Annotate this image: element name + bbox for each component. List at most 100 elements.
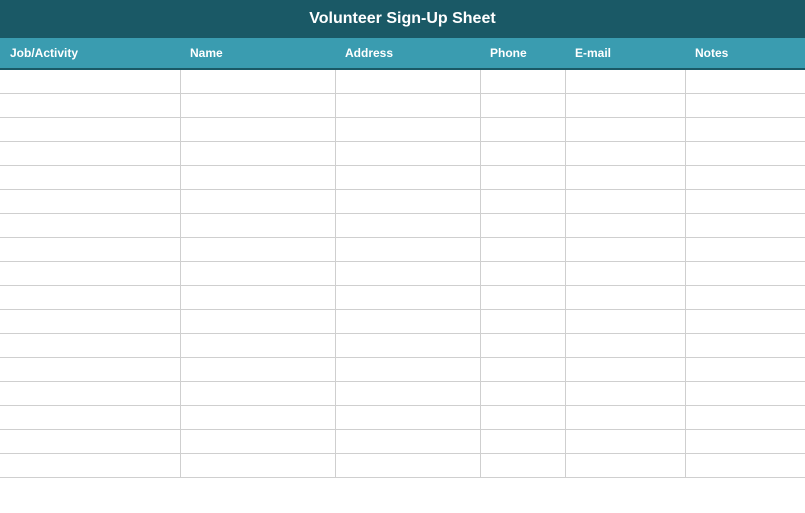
- cell-name[interactable]: [180, 189, 335, 213]
- cell-name[interactable]: [180, 69, 335, 93]
- cell-phone[interactable]: [480, 381, 565, 405]
- cell-activity[interactable]: [0, 213, 180, 237]
- cell-address[interactable]: [335, 93, 480, 117]
- cell-notes[interactable]: [685, 333, 805, 357]
- cell-email[interactable]: [565, 429, 685, 453]
- cell-phone[interactable]: [480, 117, 565, 141]
- cell-email[interactable]: [565, 237, 685, 261]
- cell-name[interactable]: [180, 405, 335, 429]
- cell-phone[interactable]: [480, 141, 565, 165]
- cell-email[interactable]: [565, 93, 685, 117]
- cell-name[interactable]: [180, 93, 335, 117]
- cell-notes[interactable]: [685, 429, 805, 453]
- cell-address[interactable]: [335, 117, 480, 141]
- cell-address[interactable]: [335, 333, 480, 357]
- cell-address[interactable]: [335, 261, 480, 285]
- cell-activity[interactable]: [0, 381, 180, 405]
- cell-email[interactable]: [565, 453, 685, 477]
- cell-name[interactable]: [180, 141, 335, 165]
- cell-phone[interactable]: [480, 309, 565, 333]
- cell-phone[interactable]: [480, 357, 565, 381]
- cell-activity[interactable]: [0, 453, 180, 477]
- cell-notes[interactable]: [685, 453, 805, 477]
- cell-name[interactable]: [180, 237, 335, 261]
- cell-phone[interactable]: [480, 429, 565, 453]
- cell-address[interactable]: [335, 141, 480, 165]
- cell-email[interactable]: [565, 189, 685, 213]
- cell-activity[interactable]: [0, 429, 180, 453]
- cell-notes[interactable]: [685, 141, 805, 165]
- cell-address[interactable]: [335, 213, 480, 237]
- cell-phone[interactable]: [480, 237, 565, 261]
- cell-notes[interactable]: [685, 69, 805, 93]
- cell-address[interactable]: [335, 165, 480, 189]
- cell-notes[interactable]: [685, 189, 805, 213]
- cell-email[interactable]: [565, 69, 685, 93]
- cell-email[interactable]: [565, 309, 685, 333]
- cell-notes[interactable]: [685, 309, 805, 333]
- cell-email[interactable]: [565, 285, 685, 309]
- cell-name[interactable]: [180, 165, 335, 189]
- cell-name[interactable]: [180, 285, 335, 309]
- cell-email[interactable]: [565, 333, 685, 357]
- cell-notes[interactable]: [685, 405, 805, 429]
- cell-phone[interactable]: [480, 333, 565, 357]
- cell-name[interactable]: [180, 333, 335, 357]
- cell-email[interactable]: [565, 117, 685, 141]
- cell-email[interactable]: [565, 213, 685, 237]
- cell-phone[interactable]: [480, 213, 565, 237]
- cell-notes[interactable]: [685, 285, 805, 309]
- cell-name[interactable]: [180, 381, 335, 405]
- cell-address[interactable]: [335, 405, 480, 429]
- cell-activity[interactable]: [0, 117, 180, 141]
- cell-email[interactable]: [565, 357, 685, 381]
- cell-phone[interactable]: [480, 93, 565, 117]
- cell-notes[interactable]: [685, 117, 805, 141]
- cell-activity[interactable]: [0, 189, 180, 213]
- cell-name[interactable]: [180, 453, 335, 477]
- cell-activity[interactable]: [0, 141, 180, 165]
- cell-email[interactable]: [565, 165, 685, 189]
- cell-phone[interactable]: [480, 69, 565, 93]
- cell-activity[interactable]: [0, 309, 180, 333]
- cell-activity[interactable]: [0, 93, 180, 117]
- cell-name[interactable]: [180, 213, 335, 237]
- cell-name[interactable]: [180, 429, 335, 453]
- cell-address[interactable]: [335, 69, 480, 93]
- cell-address[interactable]: [335, 429, 480, 453]
- cell-notes[interactable]: [685, 165, 805, 189]
- cell-email[interactable]: [565, 261, 685, 285]
- cell-phone[interactable]: [480, 189, 565, 213]
- cell-activity[interactable]: [0, 405, 180, 429]
- cell-email[interactable]: [565, 141, 685, 165]
- cell-name[interactable]: [180, 357, 335, 381]
- cell-phone[interactable]: [480, 405, 565, 429]
- cell-notes[interactable]: [685, 381, 805, 405]
- cell-email[interactable]: [565, 381, 685, 405]
- cell-activity[interactable]: [0, 285, 180, 309]
- cell-phone[interactable]: [480, 453, 565, 477]
- cell-name[interactable]: [180, 117, 335, 141]
- cell-name[interactable]: [180, 261, 335, 285]
- cell-phone[interactable]: [480, 261, 565, 285]
- cell-activity[interactable]: [0, 237, 180, 261]
- cell-notes[interactable]: [685, 261, 805, 285]
- cell-address[interactable]: [335, 285, 480, 309]
- cell-address[interactable]: [335, 357, 480, 381]
- cell-address[interactable]: [335, 453, 480, 477]
- cell-notes[interactable]: [685, 93, 805, 117]
- cell-notes[interactable]: [685, 357, 805, 381]
- cell-email[interactable]: [565, 405, 685, 429]
- cell-address[interactable]: [335, 309, 480, 333]
- cell-notes[interactable]: [685, 213, 805, 237]
- cell-activity[interactable]: [0, 357, 180, 381]
- cell-phone[interactable]: [480, 165, 565, 189]
- cell-activity[interactable]: [0, 261, 180, 285]
- cell-activity[interactable]: [0, 69, 180, 93]
- cell-activity[interactable]: [0, 165, 180, 189]
- cell-activity[interactable]: [0, 333, 180, 357]
- cell-address[interactable]: [335, 189, 480, 213]
- cell-notes[interactable]: [685, 237, 805, 261]
- cell-address[interactable]: [335, 237, 480, 261]
- cell-address[interactable]: [335, 381, 480, 405]
